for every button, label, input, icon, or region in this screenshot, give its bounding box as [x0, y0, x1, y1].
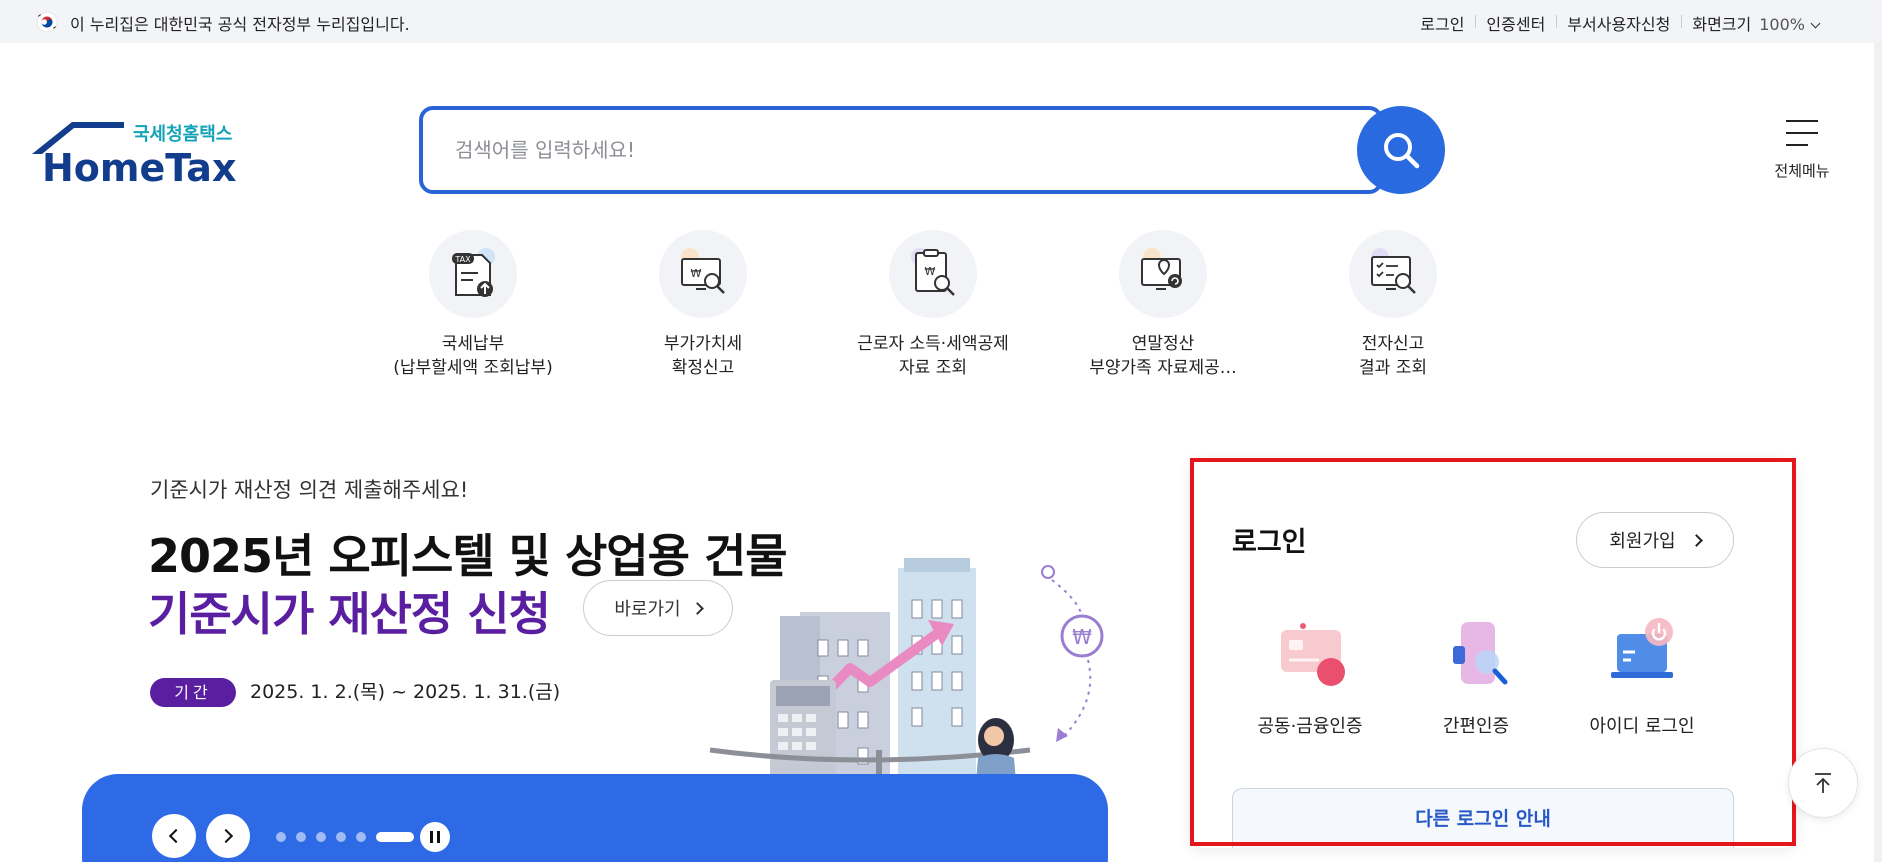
- all-menu-button[interactable]: 전체메뉴: [1764, 118, 1840, 184]
- chevron-down-icon: [1810, 18, 1821, 29]
- carousel-prev-button[interactable]: [152, 814, 196, 858]
- tax-payment-icon: TAX: [452, 248, 495, 297]
- simple-auth-phone-icon: [1453, 622, 1508, 685]
- logo-sub-text: 국세청홈택스: [133, 123, 232, 145]
- quick-menu-year-end[interactable]: 연말정산 부양가족 자료제공…: [1068, 230, 1258, 380]
- util-link-dept-user[interactable]: 부서사용자신청: [1556, 11, 1681, 35]
- quick-menu-e-filing[interactable]: 전자신고 결과 조회: [1298, 230, 1488, 380]
- chevron-right-icon: [218, 828, 234, 844]
- search-bar: [419, 106, 1445, 194]
- login-option-label: 아이디 로그인: [1589, 716, 1695, 737]
- certificate-card-icon: [1281, 623, 1345, 686]
- quick-menu-income-deduction[interactable]: ₩ 근로자 소득·세액공제 자료 조회: [838, 230, 1028, 380]
- search-button[interactable]: [1357, 106, 1445, 194]
- util-link-cert-center[interactable]: 인증센터: [1475, 11, 1556, 35]
- e-filing-result-icon: [1371, 248, 1416, 294]
- id-login-laptop-icon: [1611, 618, 1673, 678]
- svg-text:₩: ₩: [925, 265, 936, 278]
- carousel-dot[interactable]: [336, 832, 346, 842]
- korea-flag-icon: [36, 11, 58, 33]
- zoom-value: 100%: [1759, 15, 1805, 34]
- quick-menu-label: 전자신고 결과 조회: [1359, 334, 1427, 378]
- banner-period-badge: 기간: [150, 678, 236, 707]
- carousel-dot[interactable]: [276, 832, 286, 842]
- vertical-scrollbar[interactable]: [1874, 43, 1882, 862]
- gov-banner-text: 이 누리집은 대한민국 공식 전자정부 누리집입니다.: [70, 15, 410, 34]
- carousel-dot[interactable]: [356, 832, 366, 842]
- svg-text:₩: ₩: [1072, 625, 1092, 649]
- hamburger-icon: [1786, 120, 1818, 146]
- quick-menu-label: 연말정산 부양가족 자료제공…: [1089, 334, 1237, 378]
- zoom-label: 화면크기: [1692, 15, 1752, 34]
- chevron-left-icon: [168, 828, 184, 844]
- income-deduction-icon: ₩: [911, 248, 955, 296]
- login-option-id[interactable]: 아이디 로그인: [1562, 618, 1722, 738]
- quick-menu-label: 국세납부 (납부할세액 조회납부): [393, 334, 553, 378]
- gov-banner: 이 누리집은 대한민국 공식 전자정부 누리집입니다. 로그인 인증센터 부서사…: [0, 0, 1882, 43]
- hometax-logo[interactable]: 국세청홈택스 HomeTax: [32, 118, 242, 186]
- carousel-pause-button[interactable]: [420, 822, 450, 852]
- svg-text:TAX: TAX: [454, 255, 471, 264]
- logo-main-text: HomeTax: [42, 146, 236, 186]
- search-icon: [1384, 133, 1420, 169]
- login-option-certificate[interactable]: 공동·금융인증: [1230, 618, 1390, 738]
- quick-menu-label: 근로자 소득·세액공제 자료 조회: [857, 334, 1009, 378]
- quick-menu-tax-payment[interactable]: TAX 국세납부 (납부할세액 조회납부): [378, 230, 568, 380]
- util-link-login[interactable]: 로그인: [1409, 11, 1475, 35]
- all-menu-label: 전체메뉴: [1774, 162, 1830, 180]
- quick-menu-label: 부가가치세 확정신고: [663, 334, 743, 378]
- utility-nav: 로그인 인증센터 부서사용자신청 화면크기 100%: [1409, 11, 1830, 35]
- carousel-dot[interactable]: [296, 832, 306, 842]
- vat-report-icon: ₩: [681, 248, 725, 294]
- banner-period-text: 2025. 1. 2.(목) ~ 2025. 1. 31.(금): [250, 681, 561, 703]
- banner-subtitle: 기준시가 재산정 의견 제출해주세요!: [150, 478, 469, 502]
- join-button[interactable]: 회원가입: [1576, 512, 1734, 568]
- carousel-dot[interactable]: [376, 832, 414, 842]
- year-end-settlement-icon: [1141, 248, 1182, 290]
- banner-go-label: 바로가기: [614, 599, 681, 619]
- other-login-guide-button[interactable]: 다른 로그인 안내: [1232, 788, 1734, 848]
- banner-title-line2: 기준시가 재산정 신청: [148, 587, 551, 641]
- quick-menu-vat-report[interactable]: ₩ 부가가치세 확정신고: [608, 230, 798, 380]
- login-option-label: 공동·금융인증: [1257, 716, 1363, 737]
- arrow-up-icon: [1815, 773, 1831, 793]
- carousel-dot[interactable]: [316, 832, 326, 842]
- scroll-to-top-button[interactable]: [1788, 748, 1858, 818]
- login-title: 로그인: [1232, 527, 1307, 558]
- zoom-control[interactable]: 화면크기 100%: [1681, 11, 1830, 35]
- login-option-simple-auth[interactable]: 간편인증: [1396, 618, 1556, 738]
- carousel-next-button[interactable]: [206, 814, 250, 858]
- search-input[interactable]: [419, 106, 1383, 194]
- join-label: 회원가입: [1609, 531, 1676, 551]
- svg-text:₩: ₩: [691, 267, 702, 280]
- login-option-label: 간편인증: [1442, 716, 1510, 737]
- chevron-right-icon: [1689, 533, 1703, 547]
